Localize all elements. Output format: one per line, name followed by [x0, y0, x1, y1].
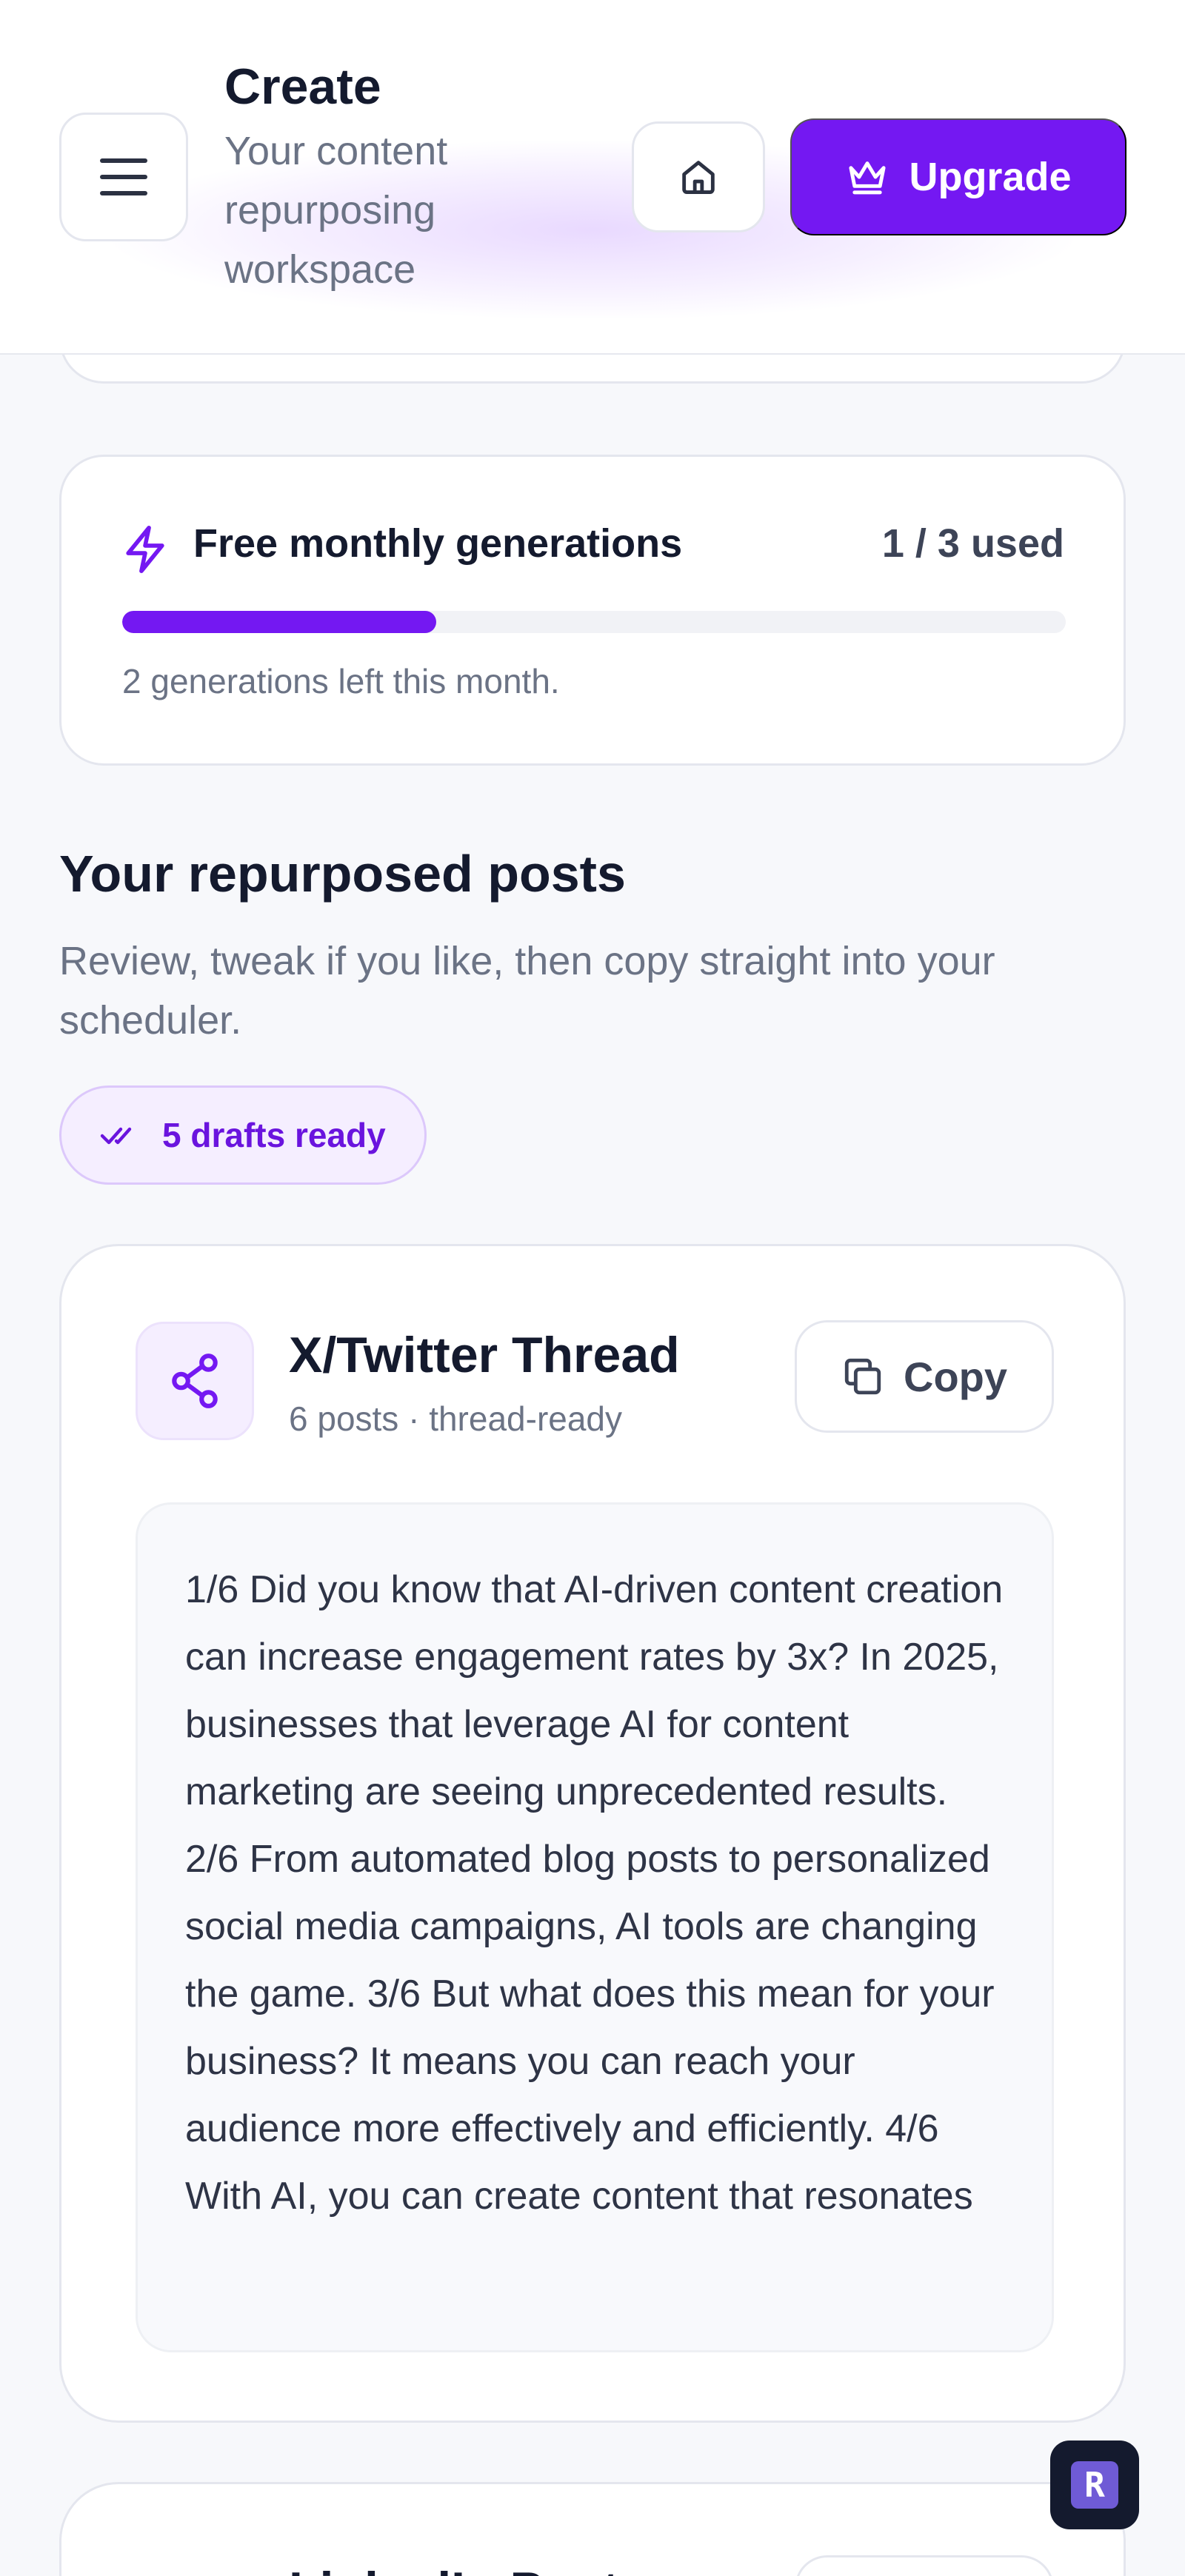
share-icon	[172, 1354, 218, 1408]
copy-button[interactable]: Copy	[795, 1320, 1054, 1433]
usage-count: 1 / 3 used	[881, 521, 1064, 566]
app-header: Create Your content repurposing workspac…	[0, 0, 1185, 355]
upgrade-label: Upgrade	[909, 155, 1072, 199]
usage-progress-fill	[122, 611, 437, 633]
menu-icon	[100, 158, 147, 195]
section-title: Your repurposed posts	[59, 845, 626, 903]
page-subtitle: Your content repurposing workspace	[224, 129, 448, 292]
upgrade-button[interactable]: Upgrade	[790, 118, 1126, 235]
title-block: Create Your content repurposing workspac…	[224, 56, 535, 299]
double-check-icon	[100, 1127, 132, 1145]
drafts-ready-label: 5 drafts ready	[162, 1116, 386, 1154]
post-type-icon	[136, 1322, 254, 1440]
usage-progress-bar	[122, 611, 1066, 633]
home-button[interactable]	[632, 121, 765, 232]
copy-button[interactable]	[795, 2555, 1054, 2576]
create-page: Create Your content repurposing workspac…	[0, 0, 1185, 2576]
crown-icon	[849, 161, 887, 195]
widget-logo: R	[1071, 2461, 1118, 2509]
lightning-icon	[126, 526, 164, 573]
post-card-linkedin: LinkedIn Post	[59, 2482, 1126, 2576]
post-card-twitter-thread: X/Twitter Thread 6 posts · thread-ready …	[59, 1244, 1126, 2423]
page-title: Create	[224, 58, 381, 115]
post-content-text: 1/6 Did you know that AI-driven content …	[185, 1568, 1004, 2218]
menu-button[interactable]	[59, 113, 188, 241]
usage-note: 2 generations left this month.	[122, 662, 560, 700]
usage-title: Free monthly generations	[193, 521, 683, 566]
post-content-textarea[interactable]: 1/6 Did you know that AI-driven content …	[136, 1502, 1054, 2352]
copy-label: Copy	[904, 1353, 1007, 1400]
usage-card: Free monthly generations 1 / 3 used 2 ge…	[59, 455, 1126, 766]
post-title: LinkedIn Post	[289, 2561, 619, 2576]
post-title: X/Twitter Thread	[289, 1327, 680, 1383]
home-icon	[682, 161, 715, 194]
post-meta: 6 posts · thread-ready	[289, 1399, 623, 1438]
section-description: Review, tweak if you like, then copy str…	[59, 939, 995, 1043]
drafts-ready-badge: 5 drafts ready	[59, 1085, 427, 1185]
copy-icon	[844, 1358, 881, 1395]
floating-widget-button[interactable]: R	[1050, 2440, 1139, 2529]
